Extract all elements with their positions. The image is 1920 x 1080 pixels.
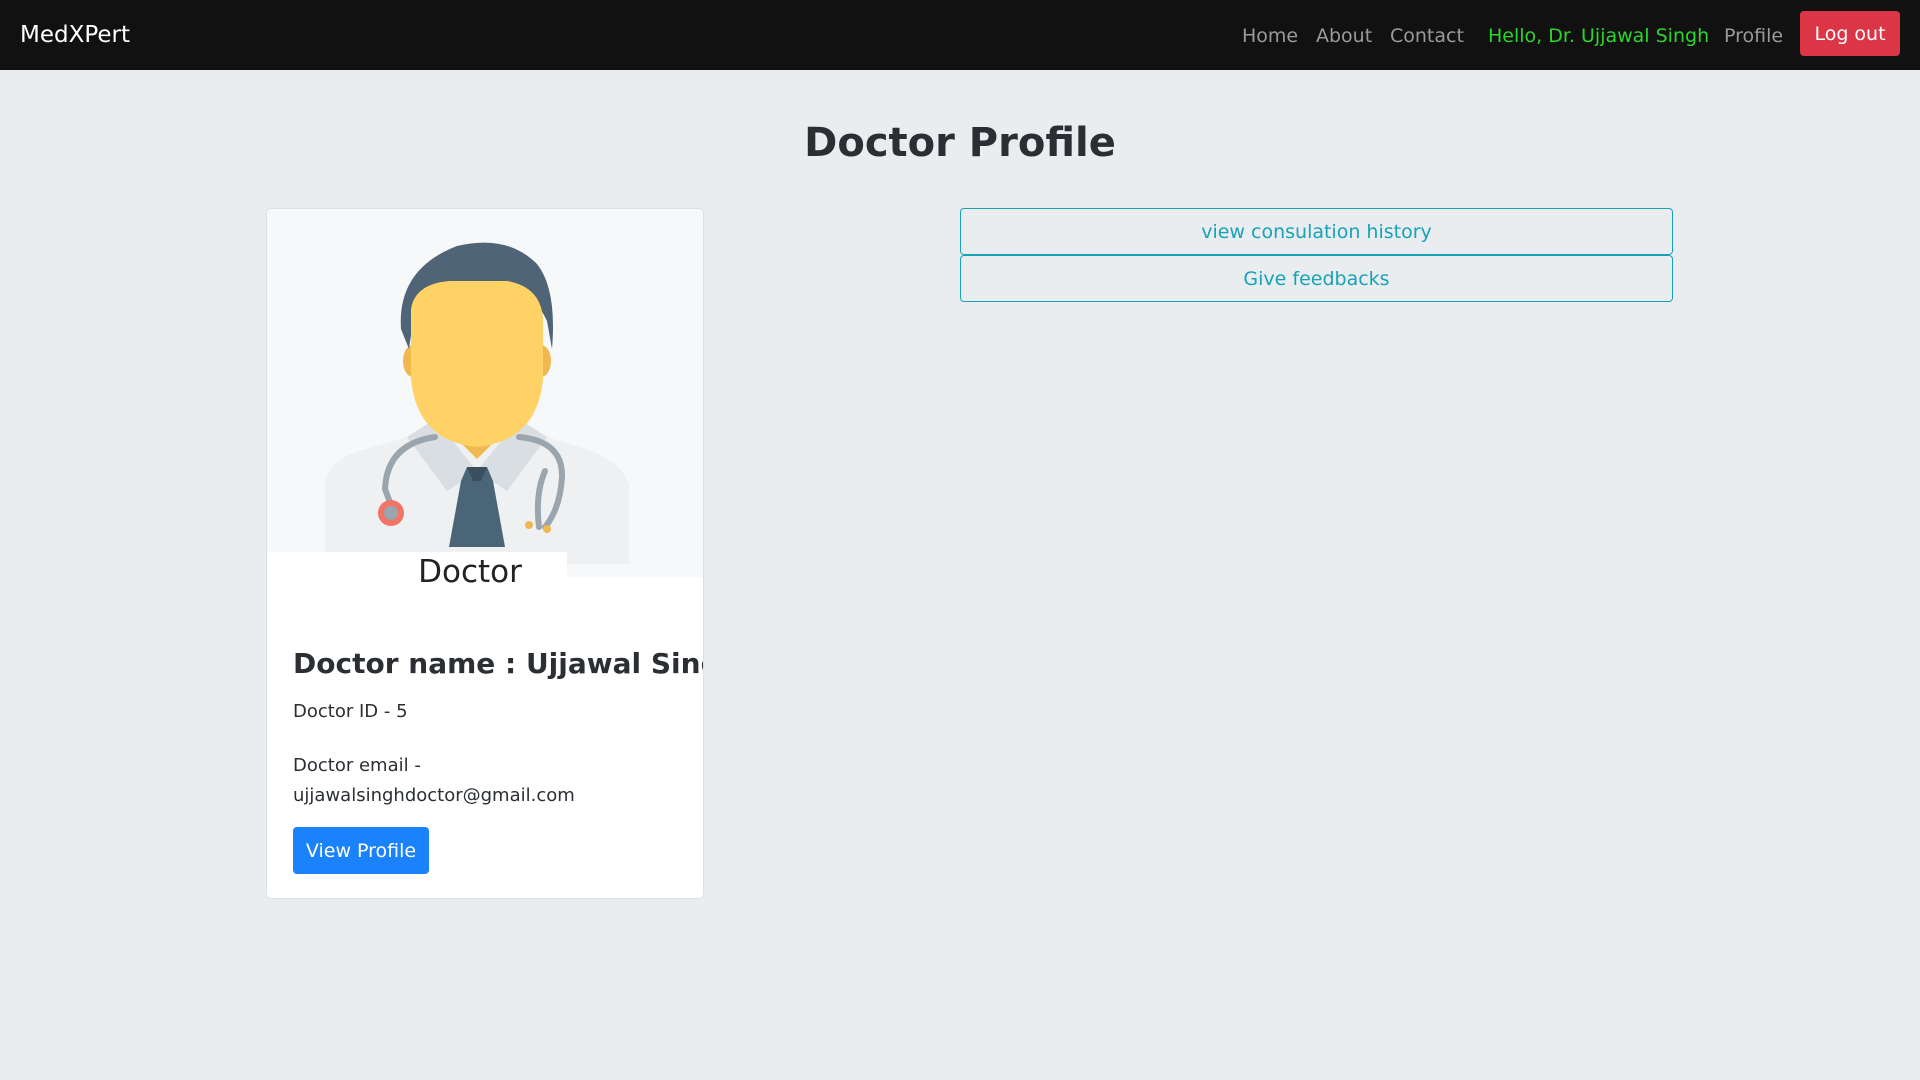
- doctor-email-label: Doctor email -: [293, 755, 421, 776]
- doctor-card: Doctor Doctor name : Ujjawal Singh Docto…: [266, 208, 704, 899]
- brand-logo[interactable]: MedXPert: [20, 20, 130, 50]
- nav-about-link[interactable]: About: [1316, 24, 1372, 48]
- navbar: MedXPert Home About Contact Hello, Dr. U…: [0, 0, 1920, 70]
- nav-home-link[interactable]: Home: [1242, 24, 1298, 48]
- doctor-illustration-icon: [325, 242, 629, 564]
- page-title: Doctor Profile: [804, 120, 1116, 166]
- nav-contact-link[interactable]: Contact: [1390, 24, 1464, 48]
- image-caption: Doctor: [418, 554, 522, 590]
- doctor-name: Doctor name : Ujjawal Singh: [293, 647, 704, 680]
- give-feedback-button[interactable]: Give feedbacks: [960, 255, 1673, 302]
- doctor-avatar-image: Doctor: [267, 209, 703, 590]
- nav-profile-link[interactable]: Profile: [1724, 24, 1783, 48]
- view-consultation-history-button[interactable]: view consulation history: [960, 208, 1673, 255]
- view-profile-button[interactable]: View Profile: [293, 827, 429, 874]
- user-greeting: Hello, Dr. Ujjawal Singh: [1488, 25, 1710, 47]
- doctor-email: ujjawalsinghdoctor@gmail.com: [293, 785, 575, 806]
- doctor-id: Doctor ID - 5: [293, 701, 408, 722]
- logout-button[interactable]: Log out: [1800, 11, 1900, 56]
